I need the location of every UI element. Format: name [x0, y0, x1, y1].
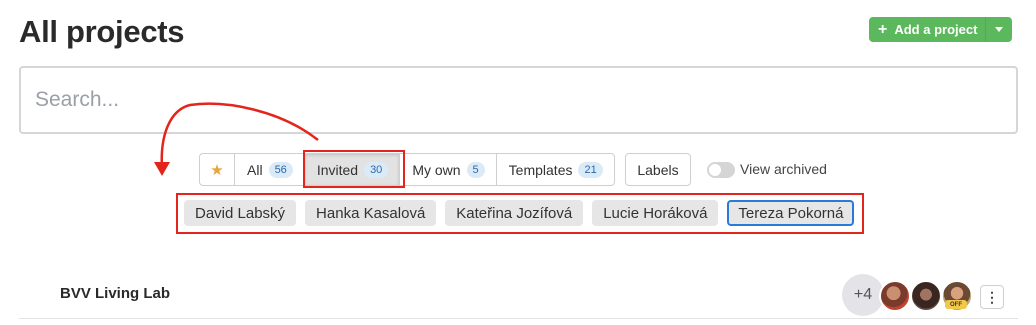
caret-down-icon: [995, 27, 1004, 32]
plus-icon: +: [878, 20, 888, 38]
project-title[interactable]: BVV Living Lab: [60, 285, 170, 302]
status-badge: OFF: [945, 300, 967, 309]
page-title: All projects: [19, 14, 185, 49]
project-filter-tabs: ★ All 56 Invited 30 My own 5 Templates 2…: [199, 153, 615, 186]
add-project-button[interactable]: + Add a project: [869, 17, 987, 42]
tab-label: Templates: [508, 161, 573, 178]
toggle-knob: [709, 164, 721, 176]
kebab-menu-button[interactable]: ⋮: [980, 285, 1004, 309]
add-project-dropdown-toggle[interactable]: [986, 17, 1013, 42]
tab-templates[interactable]: Templates 21: [497, 154, 614, 185]
tab-invited[interactable]: Invited 30: [304, 154, 401, 185]
tab-label: My own: [412, 161, 461, 178]
count-badge: 5: [466, 161, 485, 178]
view-archived-label: View archived: [740, 161, 827, 177]
person-chip-selected[interactable]: Tereza Pokorná: [727, 200, 855, 226]
person-chip[interactable]: Kateřina Jozífová: [445, 200, 584, 226]
extra-members-count[interactable]: +4: [842, 274, 884, 316]
labels-button[interactable]: Labels: [625, 153, 691, 186]
count-badge: 56: [268, 161, 293, 178]
tab-all[interactable]: All 56: [235, 154, 305, 185]
count-badge: 21: [578, 161, 603, 178]
row-divider: [19, 318, 1018, 319]
count-badge: 30: [364, 161, 389, 178]
tab-my-own[interactable]: My own 5: [400, 154, 497, 185]
person-chip[interactable]: Hanka Kasalová: [305, 200, 437, 226]
avatar[interactable]: [910, 280, 942, 312]
star-icon: ★: [210, 161, 224, 179]
add-project-button-group: + Add a project: [869, 17, 1013, 42]
avatar[interactable]: [879, 280, 911, 312]
favorites-filter-button[interactable]: ★: [200, 154, 235, 185]
person-chip[interactable]: David Labský: [184, 200, 297, 226]
add-project-label: Add a project: [894, 22, 978, 37]
tab-label: Invited: [316, 161, 359, 178]
view-archived-toggle[interactable]: [707, 162, 735, 178]
kebab-menu-icon: ⋮: [985, 288, 999, 305]
tab-label: All: [247, 161, 263, 178]
people-filter-list: David Labský Hanka Kasalová Kateřina Joz…: [184, 200, 855, 226]
person-chip[interactable]: Lucie Horáková: [592, 200, 719, 226]
